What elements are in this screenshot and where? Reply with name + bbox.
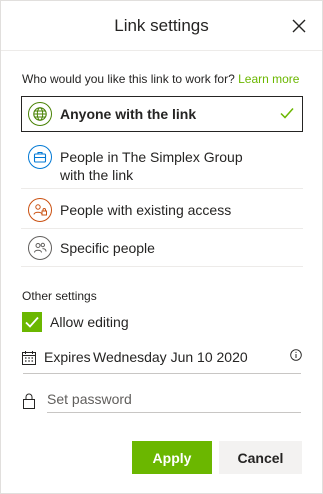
dialog-header: Link settings (1, 1, 322, 51)
option-people-in-org[interactable]: People in The Simplex Group with the lin… (21, 145, 303, 184)
checkmark-icon (280, 108, 294, 119)
option-anyone-with-link[interactable]: Anyone with the link (21, 96, 303, 132)
section-divider (21, 266, 303, 267)
expiration-row: Expires Wednesday Jun 10 2020 (22, 346, 302, 374)
briefcase-icon (28, 145, 52, 169)
dialog-title: Link settings (114, 16, 209, 35)
info-icon[interactable] (290, 349, 302, 361)
expires-label: Expires (44, 349, 91, 365)
people-icon (28, 236, 52, 260)
allow-editing-toggle[interactable]: Allow editing (22, 312, 129, 332)
option-label: People with existing access (60, 202, 232, 218)
option-label: People in The Simplex Group with the lin… (60, 148, 243, 184)
option-existing-access[interactable]: People with existing access (21, 198, 303, 222)
option-divider (21, 188, 303, 189)
lock-icon (23, 393, 35, 409)
password-input[interactable] (47, 387, 302, 411)
password-row (22, 387, 302, 415)
option-label-line2: with the link (60, 167, 134, 183)
allow-editing-label: Allow editing (50, 314, 129, 330)
apply-button[interactable]: Apply (132, 441, 212, 474)
close-icon[interactable] (290, 17, 308, 35)
option-label: Specific people (60, 240, 155, 256)
other-settings-heading: Other settings (22, 289, 97, 303)
link-audience-question: Who would you like this link to work for… (22, 72, 299, 86)
learn-more-link[interactable]: Learn more (238, 72, 299, 86)
link-settings-dialog: Link settings Who would you like this li… (0, 0, 323, 494)
allow-editing-checkbox[interactable] (22, 312, 42, 332)
expiration-date-picker[interactable]: Wednesday Jun 10 2020 (93, 349, 248, 365)
option-label: Anyone with the link (60, 106, 197, 122)
cancel-button[interactable]: Cancel (219, 441, 302, 474)
checkmark-icon (25, 316, 39, 328)
option-label-line1: People in The Simplex Group (60, 149, 243, 165)
option-specific-people[interactable]: Specific people (21, 236, 303, 260)
password-underline (47, 412, 301, 413)
option-divider (21, 228, 303, 229)
people-lock-icon (28, 198, 52, 222)
globe-icon (28, 102, 52, 126)
expiration-underline (23, 373, 301, 374)
calendar-icon (22, 351, 36, 365)
question-text: Who would you like this link to work for… (22, 72, 235, 86)
